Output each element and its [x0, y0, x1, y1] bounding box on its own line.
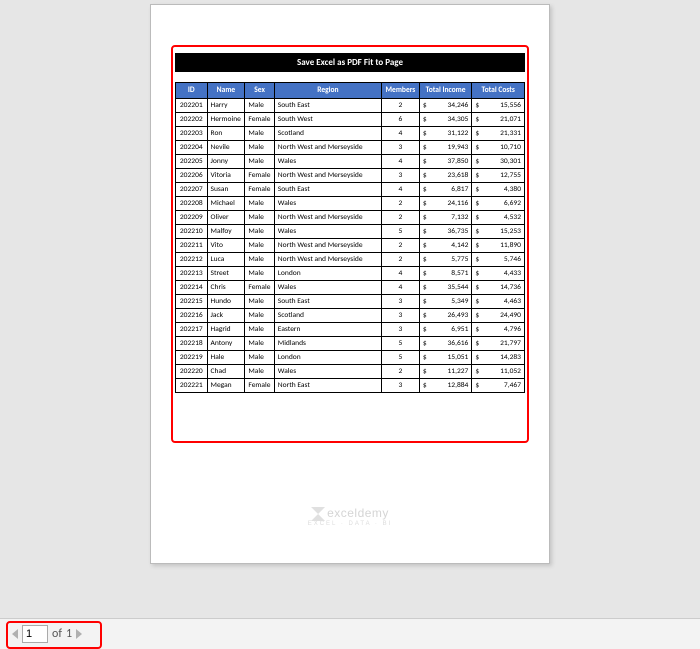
table-cell: $11,227 [419, 365, 472, 379]
preview-page: Save Excel as PDF Fit to Page ID Name Se… [150, 4, 550, 564]
table-cell: $12,884 [419, 379, 472, 393]
table-cell: $14,736 [472, 281, 525, 295]
table-cell: $37,850 [419, 155, 472, 169]
table-cell: $8,571 [419, 267, 472, 281]
table-cell: $10,710 [472, 141, 525, 155]
table-cell: $24,116 [419, 197, 472, 211]
table-cell: $23,618 [419, 169, 472, 183]
table-cell: $30,301 [472, 155, 525, 169]
table-cell: $4,463 [472, 295, 525, 309]
annotation-box-pager [6, 621, 102, 649]
table-cell: $34,246 [419, 99, 472, 113]
table-cell: $15,051 [419, 351, 472, 365]
table-cell: $6,951 [419, 323, 472, 337]
table-cell: $34,305 [419, 113, 472, 127]
table-cell: $7,132 [419, 211, 472, 225]
table-cell: $15,556 [472, 99, 525, 113]
table-cell: $35,544 [419, 281, 472, 295]
table-cell: $12,755 [472, 169, 525, 183]
table-cell: $4,796 [472, 323, 525, 337]
table-cell: $14,283 [472, 351, 525, 365]
table-cell: $4,532 [472, 211, 525, 225]
watermark: exceldemy EXCEL · DATA · BI [151, 506, 549, 527]
table-cell: $15,253 [472, 225, 525, 239]
table-cell: $11,052 [472, 365, 525, 379]
table-cell: $11,890 [472, 239, 525, 253]
table-cell: $24,490 [472, 309, 525, 323]
watermark-brand: exceldemy [327, 506, 389, 520]
table-cell: $19,943 [419, 141, 472, 155]
table-cell: $31,122 [419, 127, 472, 141]
table-cell: $26,493 [419, 309, 472, 323]
pager-bar: of 1 [0, 618, 700, 649]
print-preview-viewer: Save Excel as PDF Fit to Page ID Name Se… [0, 0, 700, 618]
table-cell: $21,331 [472, 127, 525, 141]
pager: of 1 [12, 625, 82, 643]
table-cell: $5,746 [472, 253, 525, 267]
table-cell: $6,817 [419, 183, 472, 197]
table-cell: $4,142 [419, 239, 472, 253]
table-cell: $21,071 [472, 113, 525, 127]
table-cell: $4,380 [472, 183, 525, 197]
table-cell: $21,797 [472, 337, 525, 351]
watermark-icon [311, 507, 325, 521]
table-cell: $5,349 [419, 295, 472, 309]
table-cell: $6,692 [472, 197, 525, 211]
watermark-tagline: EXCEL · DATA · BI [151, 521, 549, 527]
table-cell: $36,735 [419, 225, 472, 239]
table-cell: $7,467 [472, 379, 525, 393]
table-cell: $5,775 [419, 253, 472, 267]
table-cell: $4,433 [472, 267, 525, 281]
table-cell: $36,616 [419, 337, 472, 351]
